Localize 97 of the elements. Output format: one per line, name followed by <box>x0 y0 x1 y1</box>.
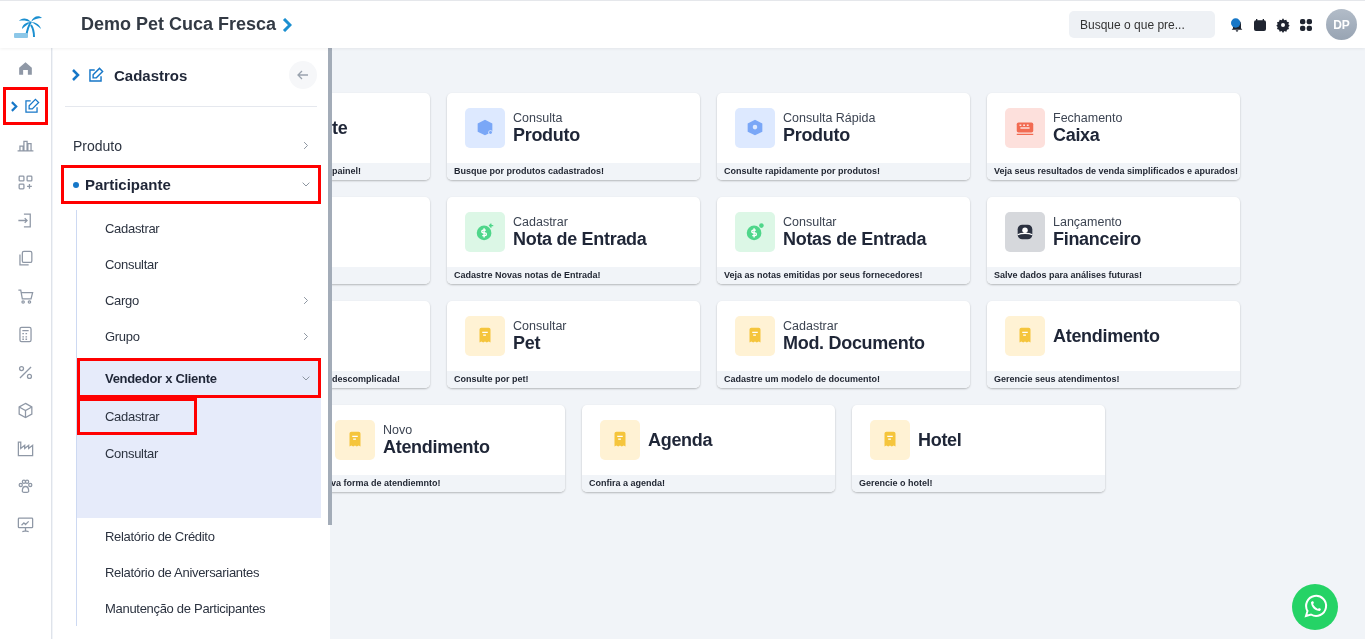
card-subtitle: Consultar <box>513 318 567 333</box>
card-title: Notas de Entrada <box>783 228 927 250</box>
card-footer: Confira a agenda! <box>582 475 835 492</box>
card-footer: Cadastre um modelo de documento! <box>717 371 970 388</box>
search-field[interactable]: Busque o que pre... <box>1069 11 1215 38</box>
card-footer: va forma de atendiemnto! <box>331 475 565 492</box>
document-icon <box>1005 316 1045 356</box>
menu-item[interactable]: Produto <box>61 126 321 165</box>
document-icon <box>335 420 375 460</box>
shortcut-card[interactable]: Consultar Pet Consulte por pet! <box>447 301 700 388</box>
card-subtitle: Consultar <box>783 214 838 229</box>
document-icon <box>465 316 505 356</box>
chevron-icon <box>72 69 80 81</box>
menu-item[interactable]: Grupo <box>77 318 321 354</box>
card-title: Caixa <box>1053 124 1101 146</box>
chevron-icon <box>303 331 309 341</box>
card-subtitle: Cadastrar <box>783 318 839 333</box>
edit-icon <box>86 65 105 85</box>
cube-icon <box>16 400 35 420</box>
copy-icon <box>16 248 35 268</box>
menu-item[interactable]: Vendedor x Cliente <box>77 358 321 398</box>
card-title: Atendimento <box>1053 325 1160 347</box>
document-icon <box>600 420 640 460</box>
shortcut-card[interactable]: Consultar Notas de Entrada Veja as notas emitidas por seus fornecedores! <box>717 197 970 284</box>
shortcut-card[interactable]: Cadastrar Mod. Documento Cadastre um modelo de documento! <box>717 301 970 388</box>
shortcut-card[interactable]: Cadastrar Nota de Entrada Cadastre Novas notas de Entrada! <box>447 197 700 284</box>
card-subtitle: Consulta <box>513 110 564 125</box>
chevron-icon <box>301 181 311 188</box>
keyboard-icon <box>1005 108 1045 148</box>
card-title: Pet <box>513 332 542 354</box>
menu-item[interactable]: Participante <box>61 165 321 204</box>
chevron-icon <box>303 141 309 150</box>
scrollbar[interactable] <box>328 48 332 525</box>
shortcut-card[interactable]: Consulta Rápida Produto Consulte rapidamente por produtos! <box>717 93 970 180</box>
settings-icon[interactable] <box>1275 16 1291 33</box>
card-footer: descomplicada! <box>331 371 430 388</box>
card-title: Produto <box>513 124 580 146</box>
card-footer: Veja seus resultados de venda simplificados e apurados! <box>987 163 1240 180</box>
shortcut-card[interactable]: Atendimento Gerencie seus atendimentos! <box>987 301 1240 388</box>
grid-icon[interactable] <box>1298 16 1314 33</box>
annotation-box <box>3 87 48 125</box>
menu-item[interactable]: Cadastrar <box>77 210 321 246</box>
chevron-icon <box>303 295 309 305</box>
document-icon <box>735 316 775 356</box>
card-title: Produto <box>783 124 850 146</box>
card-title: Agenda <box>648 429 713 451</box>
card-title: te <box>332 117 348 139</box>
menu-item[interactable]: Relatório de Crédito <box>77 518 321 554</box>
shortcut-card[interactable]: Consulta Produto Busque por produtos cadastrados! <box>447 93 700 180</box>
card-title: Nota de Entrada <box>513 228 647 250</box>
bell-icon[interactable] <box>1229 16 1245 33</box>
card-title: Financeiro <box>1053 228 1142 250</box>
chevron-icon[interactable] <box>282 17 293 32</box>
dollar-icon <box>735 212 775 252</box>
shortcut-card[interactable]: Agenda Confira a agenda! <box>582 405 835 492</box>
chat-button[interactable] <box>1292 584 1338 630</box>
shortcut-card[interactable]: Lançamento Financeiro Salve dados para análises futuras! <box>987 197 1240 284</box>
card-footer: Consulte rapidamente por produtos! <box>717 163 970 180</box>
cube-icon <box>735 108 775 148</box>
shortcut-card[interactable]: Novo Atendimento va forma de atendiemnto! <box>331 405 565 492</box>
shortcut-card[interactable]: Hotel Gerencie o hotel! <box>852 405 1105 492</box>
back-button[interactable] <box>289 61 317 89</box>
card-footer: Busque por produtos cadastrados! <box>447 163 700 180</box>
card-footer: Gerencie o hotel! <box>852 475 1105 492</box>
card-footer: Gerencie seus atendimentos! <box>987 371 1240 388</box>
card-subtitle: Consulta Rápida <box>783 110 876 125</box>
card-subtitle: Novo <box>383 422 414 437</box>
card-footer: Consulte por pet! <box>447 371 700 388</box>
menu-item[interactable]: Relatório de Aniversariantes <box>77 554 321 590</box>
chevron-icon <box>10 100 18 112</box>
card-title: Hotel <box>918 429 962 451</box>
menu-item[interactable]: Cargo <box>77 282 321 318</box>
calculator-icon <box>16 324 35 344</box>
card-footer: Cadastre Novas notas de Entrada! <box>447 267 700 284</box>
box-icon <box>465 108 505 148</box>
card-subtitle: Cadastrar <box>513 214 569 229</box>
card-footer: painel! <box>331 163 430 180</box>
shortcut-card[interactable]: te painel! <box>331 93 430 180</box>
card-footer: Salve dados para análises futuras! <box>987 267 1240 284</box>
card-title: Atendimento <box>383 436 490 458</box>
shortcut-card[interactable]: descomplicada! <box>331 301 430 388</box>
menu-item[interactable]: Cadastrar <box>77 398 197 435</box>
calendar-icon[interactable] <box>1252 16 1268 33</box>
dollar-icon <box>465 212 505 252</box>
shortcut-card[interactable]: Fechamento Caixa Veja seus resultados de venda simplificados e apurados! <box>987 93 1240 180</box>
card-title: Mod. Documento <box>783 332 925 354</box>
company-name: Demo Pet Cuca Fresca <box>81 14 277 35</box>
panel-title: Cadastros <box>114 66 188 84</box>
card-subtitle: Fechamento <box>1053 110 1123 125</box>
rail-item[interactable] <box>3 87 48 125</box>
card-footer: Veja as notas emitidas por seus fornecedores! <box>717 267 970 284</box>
menu-item[interactable]: Consultar <box>77 246 321 282</box>
chevron-icon <box>301 375 311 381</box>
document-icon <box>870 420 910 460</box>
menu-item[interactable]: Manutenção de Participantes <box>77 590 321 626</box>
menu-item[interactable]: Consultar <box>77 435 197 472</box>
card-subtitle: Lançamento <box>1053 214 1123 229</box>
